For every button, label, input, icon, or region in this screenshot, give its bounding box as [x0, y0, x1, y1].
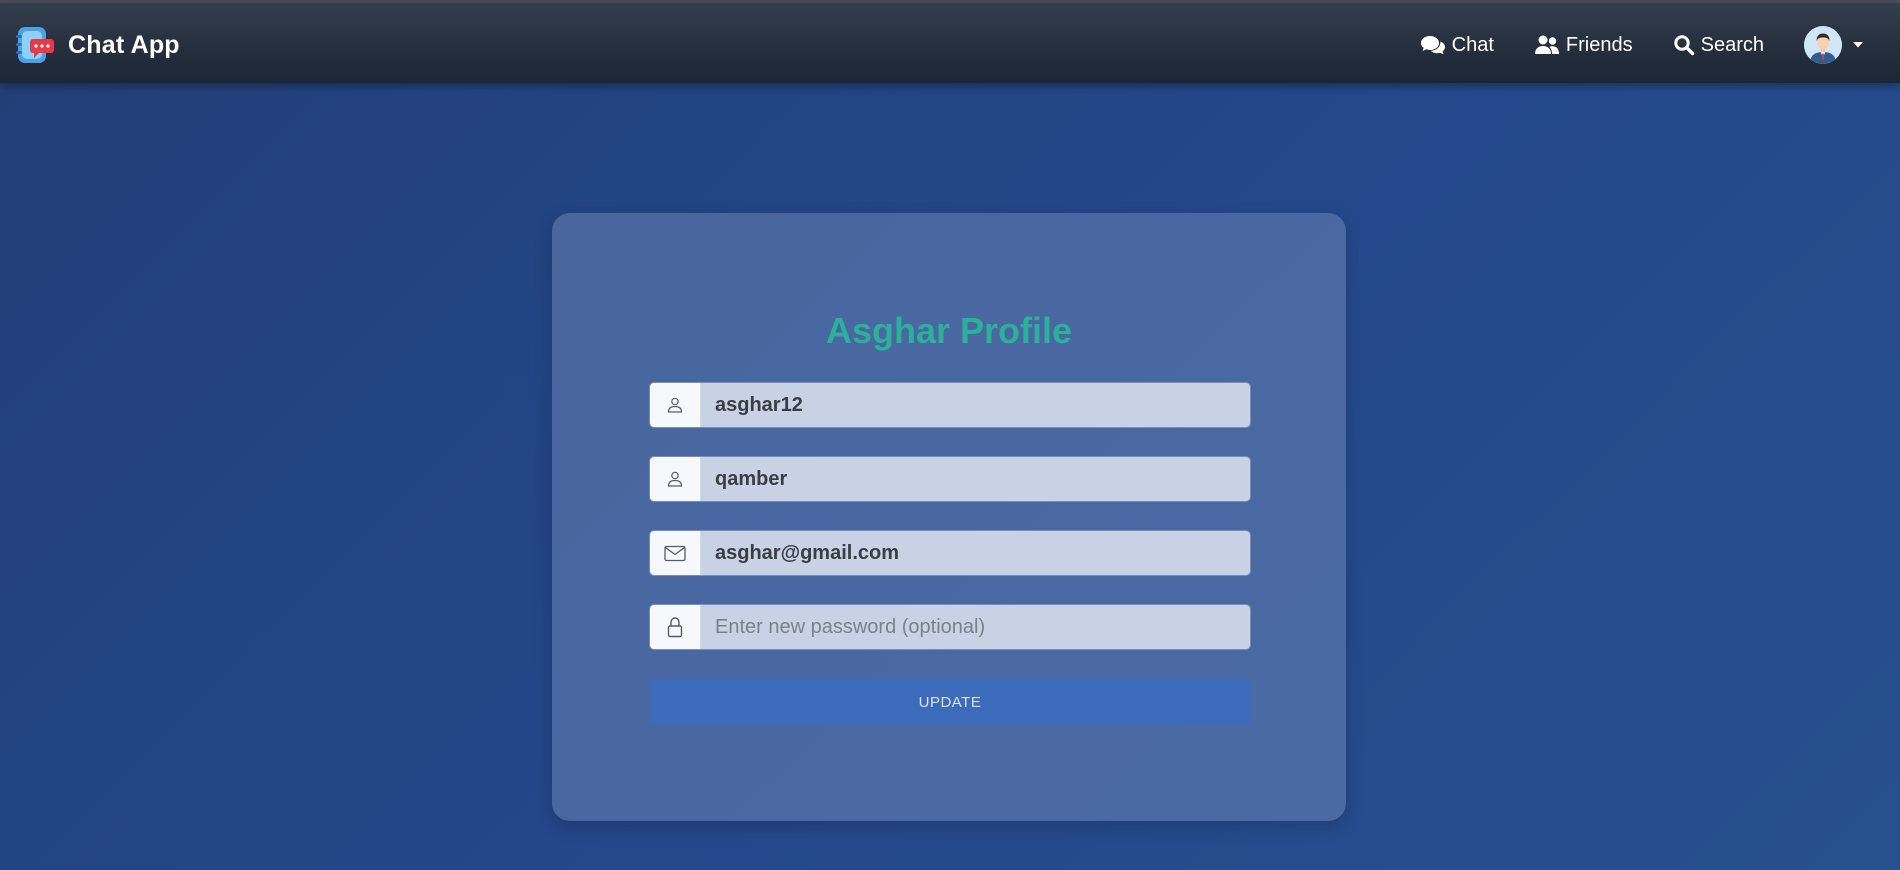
name-field [650, 457, 1250, 501]
username-field [650, 383, 1250, 427]
nav-friends-label: Friends [1565, 33, 1633, 56]
password-field-icon-box [650, 605, 701, 649]
comments-icon [1420, 36, 1445, 55]
caret-down-icon [1853, 42, 1863, 48]
email-input[interactable] [701, 531, 1250, 575]
name-field-icon-box [650, 457, 701, 501]
user-menu-toggle[interactable] [1804, 26, 1864, 64]
brand-link[interactable]: Chat App [14, 23, 180, 67]
username-input[interactable] [701, 383, 1250, 427]
nav-friends-link[interactable]: Friends [1534, 34, 1633, 57]
nav-search-link[interactable]: Search [1673, 34, 1764, 57]
email-field-icon-box [650, 531, 701, 575]
name-input[interactable] [701, 457, 1250, 501]
nav-links: Chat Friends Search [1420, 23, 1864, 67]
profile-title: Asghar Profile [825, 310, 1073, 351]
chat-app-logo-icon [16, 27, 54, 63]
email-field [650, 531, 1250, 575]
navbar: Chat App Chat Friends Search [0, 3, 1900, 83]
password-input[interactable] [701, 605, 1250, 649]
person-icon [667, 471, 683, 487]
username-field-icon-box [650, 383, 701, 427]
user-avatar-icon [1804, 26, 1842, 64]
person-icon [667, 397, 683, 413]
lock-icon [667, 617, 683, 638]
profile-card: Asghar Profile asghar12 qamber asghar@gm… [552, 213, 1346, 821]
nav-chat-link[interactable]: Chat [1420, 34, 1494, 57]
nav-chat-label: Chat [1451, 33, 1494, 56]
users-icon [1534, 35, 1559, 54]
search-icon [1673, 35, 1694, 56]
envelope-icon [664, 545, 686, 561]
brand-name: Chat App [68, 30, 180, 59]
update-button[interactable]: UPDATE [650, 679, 1250, 725]
nav-search-label: Search [1700, 33, 1764, 56]
password-field [650, 605, 1250, 649]
